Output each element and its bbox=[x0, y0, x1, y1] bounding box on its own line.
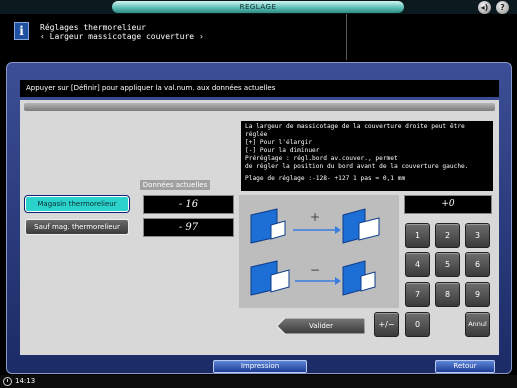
description-line: Préréglage : régl.bord av.couver., perme… bbox=[245, 155, 398, 162]
screen-title: REGLAGE bbox=[112, 1, 404, 13]
impression-button[interactable]: Impression bbox=[213, 360, 307, 373]
cancel-key[interactable]: Annul bbox=[465, 312, 490, 337]
header-subtitle: ‹ Largeur massicotage couverture › bbox=[40, 32, 204, 41]
book-icon bbox=[342, 260, 376, 296]
main-panel: Appuyer sur [Définir] pour appliquer la … bbox=[6, 62, 512, 374]
message-bar: Appuyer sur [Définir] pour appliquer la … bbox=[20, 80, 499, 97]
key-3[interactable]: 3 bbox=[465, 223, 490, 248]
volume-icon[interactable]: ◂) bbox=[478, 1, 491, 14]
valider-label: Valider bbox=[308, 322, 334, 330]
description-line: de régler la position du bord avant de l… bbox=[245, 163, 469, 170]
sauf-mag-thermorelieur-value: - 97 bbox=[143, 218, 234, 237]
key-9[interactable]: 9 bbox=[465, 282, 490, 307]
magasin-thermorelieur-button[interactable]: Magasin thermorelieur bbox=[25, 196, 129, 212]
description-box: La largeur de massicotage de la couvertu… bbox=[241, 121, 493, 191]
key-1[interactable]: 1 bbox=[405, 223, 430, 248]
key-6[interactable]: 6 bbox=[465, 252, 490, 277]
description-line: [-] Pour la diminuer bbox=[245, 147, 320, 154]
sauf-mag-thermorelieur-button[interactable]: Sauf mag. thermorelieur bbox=[25, 219, 129, 235]
key-0[interactable]: 0 bbox=[405, 312, 430, 337]
message-text: Appuyer sur [Définir] pour appliquer la … bbox=[26, 84, 276, 92]
title-strip bbox=[24, 103, 495, 111]
header-title: Réglages thermorelieur bbox=[40, 23, 146, 32]
book-icon bbox=[250, 208, 286, 244]
clock-icon bbox=[3, 377, 12, 386]
book-icon bbox=[250, 260, 290, 296]
description-line: La largeur de massicotage de la couvertu… bbox=[245, 123, 465, 130]
book-icon bbox=[342, 208, 380, 244]
retour-button[interactable]: Retour bbox=[435, 360, 495, 373]
illustration-panel: + − bbox=[239, 195, 399, 308]
key-8[interactable]: 8 bbox=[435, 282, 460, 307]
plus-minus-key[interactable]: +/− bbox=[374, 312, 399, 337]
numeric-display: +0 bbox=[404, 195, 492, 214]
description-line: réglée bbox=[245, 131, 268, 138]
key-2[interactable]: 2 bbox=[435, 223, 460, 248]
cover-width-illustration: + − bbox=[250, 208, 380, 296]
key-5[interactable]: 5 bbox=[435, 252, 460, 277]
header-divider bbox=[346, 14, 347, 60]
top-bar: REGLAGE ◂) ? bbox=[0, 0, 517, 14]
valider-button[interactable]: Valider bbox=[277, 318, 365, 334]
key-7[interactable]: 7 bbox=[405, 282, 430, 307]
description-line: Plage de réglage :-128- +127 1 pas = 0,1… bbox=[245, 175, 406, 182]
current-data-header: Données actuelles bbox=[140, 180, 210, 190]
description-line: [+] Pour l'élargir bbox=[245, 139, 313, 146]
info-icon: i bbox=[14, 22, 29, 40]
header: i Réglages thermorelieur ‹ Largeur massi… bbox=[0, 14, 517, 60]
magasin-thermorelieur-value: - 16 bbox=[143, 195, 234, 214]
plus-symbol: + bbox=[310, 210, 320, 224]
status-bar: 14:13 bbox=[0, 375, 517, 388]
help-icon[interactable]: ? bbox=[496, 1, 509, 14]
clock-time: 14:13 bbox=[15, 377, 36, 385]
key-4[interactable]: 4 bbox=[405, 252, 430, 277]
minus-symbol: − bbox=[310, 263, 320, 277]
settings-area: Données actuelles Magasin thermorelieur … bbox=[20, 100, 499, 355]
